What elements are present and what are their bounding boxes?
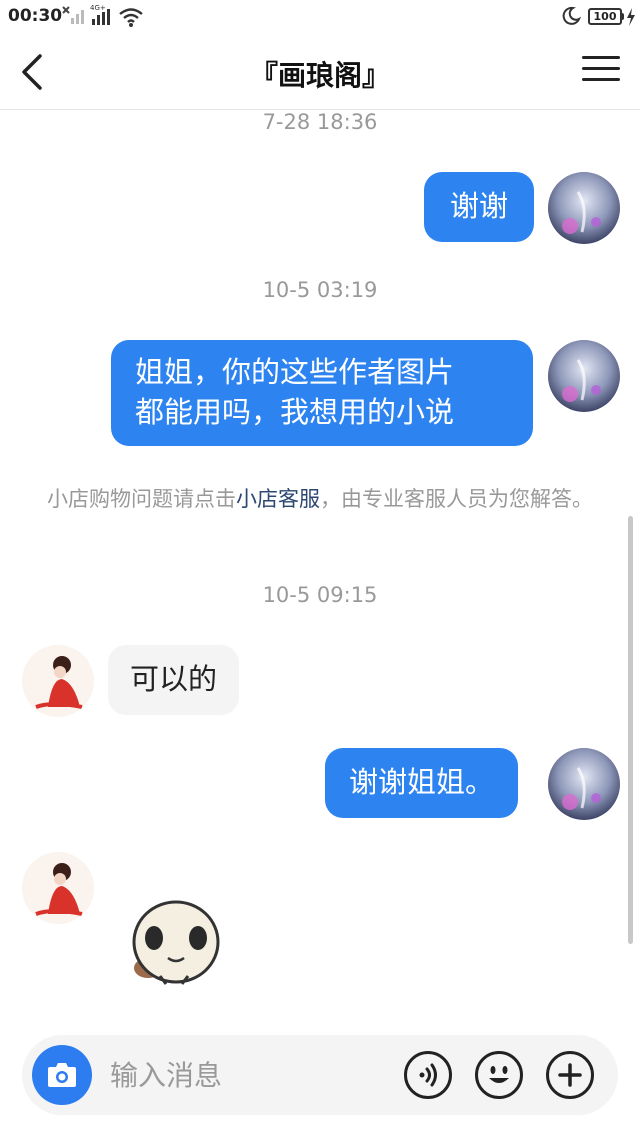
svg-text:4G+: 4G+ <box>90 4 106 12</box>
message-bubble-outgoing[interactable]: 谢谢姐姐。 <box>325 748 519 818</box>
message-bubble-outgoing[interactable]: 谢谢 <box>424 172 535 242</box>
my-avatar[interactable] <box>548 748 620 820</box>
charging-icon <box>627 8 635 26</box>
message-bubble-outgoing[interactable]: 姐姐，你的这些作者图片 都能用吗，我想用的小说 <box>111 340 533 446</box>
emoji-icon <box>489 1066 509 1083</box>
voice-icon <box>419 1063 437 1087</box>
battery-level: 100 <box>593 10 617 23</box>
emoji-button[interactable] <box>475 1051 523 1099</box>
status-time: 00:30 <box>8 6 63 26</box>
battery-icon: 100 <box>588 8 622 25</box>
shop-service-link[interactable]: 小店客服 <box>236 487 320 511</box>
status-bar: 00:30 4G+ 100 <box>0 0 640 34</box>
panda-sticker[interactable] <box>124 898 224 988</box>
input-bar <box>22 1035 618 1115</box>
my-avatar[interactable] <box>548 172 620 244</box>
notice-text: 小店购物问题请点击 <box>47 487 236 511</box>
page-title: 『画琅阁』 <box>249 59 390 92</box>
plus-icon <box>558 1063 582 1087</box>
camera-button[interactable] <box>32 1045 92 1105</box>
battery-cap <box>621 13 624 20</box>
more-button[interactable] <box>546 1051 594 1099</box>
camera-icon <box>48 1063 76 1087</box>
signal-4g-icon: 4G+ <box>90 4 110 25</box>
menu-icon[interactable] <box>582 56 620 88</box>
shop-avatar[interactable] <box>22 645 94 717</box>
moon-icon <box>562 6 581 25</box>
voice-button[interactable] <box>404 1051 452 1099</box>
message-bubble-incoming[interactable]: 可以的 <box>108 645 240 715</box>
timestamp: 10-5 03:19 <box>262 278 378 302</box>
message-line: 姐姐，你的这些作者图片 <box>135 355 455 389</box>
system-notice: 小店购物问题请点击小店客服，由专业客服人员为您解答。 <box>40 482 600 516</box>
message-input[interactable] <box>110 1051 390 1099</box>
my-avatar[interactable] <box>548 340 620 412</box>
shop-avatar[interactable] <box>22 852 94 924</box>
signal-icon <box>62 6 84 24</box>
scrollbar[interactable] <box>628 516 633 944</box>
notice-text: ，由专业客服人员为您解答。 <box>320 487 593 511</box>
wifi-icon <box>119 8 143 27</box>
title-bar: 『画琅阁』 <box>0 34 640 110</box>
timestamp: 7-28 18:36 <box>262 110 378 134</box>
message-line: 都能用吗，我想用的小说 <box>135 395 455 429</box>
chat-screen: 00:30 4G+ 100 『画琅阁』 7-28 18:36 谢谢 10-5 0… <box>0 0 640 1138</box>
timestamp: 10-5 09:15 <box>262 583 378 607</box>
